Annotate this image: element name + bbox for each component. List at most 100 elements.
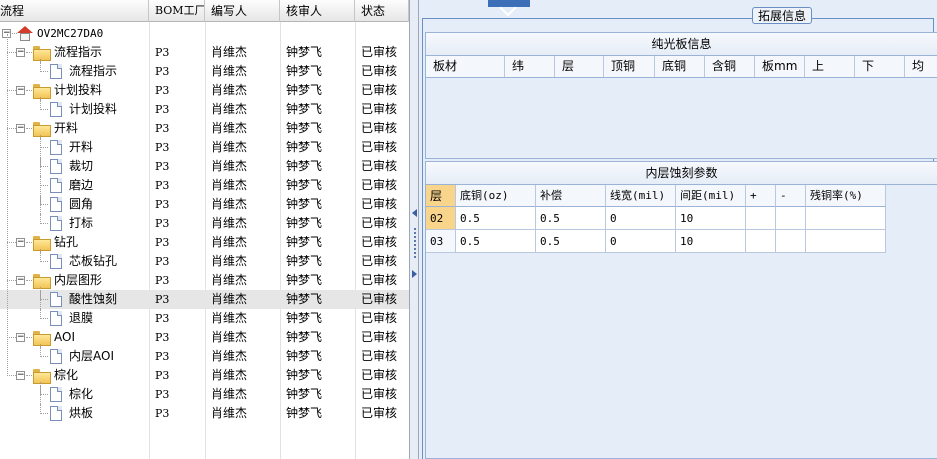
extended-info-title: 拓展信息	[752, 7, 813, 24]
etch-column-header[interactable]: -	[776, 185, 806, 207]
bare-board-column-header[interactable]: 下	[855, 56, 905, 77]
tree-row-step[interactable]: 计划投料 P3 肖维杰 钟梦飞 已审核	[0, 100, 409, 119]
status-cell: 已审核	[361, 273, 398, 287]
bare-board-column-header[interactable]: 板材	[426, 56, 505, 77]
column-header-process[interactable]: 流程	[0, 0, 149, 22]
status-cell: 已审核	[361, 140, 398, 154]
etch-param-cell[interactable]	[776, 230, 806, 253]
tree-row-step[interactable]: 棕化 P3 肖维杰 钟梦飞 已审核	[0, 385, 409, 404]
folder-icon	[33, 46, 51, 61]
tree-row-step[interactable]: 开料 P3 肖维杰 钟梦飞 已审核	[0, 138, 409, 157]
status-cell: 已审核	[361, 387, 398, 401]
etch-param-cell[interactable]: 10	[676, 207, 746, 230]
bare-board-column-header[interactable]: 底铜	[655, 56, 705, 77]
etch-param-cell[interactable]: 03	[426, 230, 456, 253]
collapse-icon[interactable]: −	[16, 86, 25, 95]
writer-cell: 肖维杰	[211, 197, 248, 211]
bare-board-column-header[interactable]: 纬	[505, 56, 555, 77]
etch-param-cell[interactable]	[746, 207, 776, 230]
reviewer-cell: 钟梦飞	[286, 197, 323, 211]
splitter-grip-icon[interactable]	[414, 228, 416, 258]
etch-column-header[interactable]: 线宽(mil)	[606, 185, 676, 207]
collapse-icon[interactable]: −	[16, 333, 25, 342]
tree-row-group[interactable]: − 钻孔 P3 肖维杰 钟梦飞 已审核	[0, 233, 409, 252]
status-cell: 已审核	[361, 197, 398, 211]
tree-row-group[interactable]: − 棕化 P3 肖维杰 钟梦飞 已审核	[0, 366, 409, 385]
etch-param-cell[interactable]	[806, 230, 886, 253]
tree-row-step[interactable]: 烘板 P3 肖维杰 钟梦飞 已审核	[0, 404, 409, 423]
tree-node-label: 计划投料	[54, 83, 103, 97]
tree-row-group[interactable]: − 流程指示 P3 肖维杰 钟梦飞 已审核	[0, 43, 409, 62]
collapse-icon[interactable]: −	[16, 371, 25, 380]
etch-column-header[interactable]: 补偿	[536, 185, 606, 207]
folder-icon	[33, 84, 51, 99]
tree-node-label: 棕化	[54, 368, 79, 382]
etch-param-cell[interactable]	[746, 230, 776, 253]
bare-board-column-header[interactable]: 层	[555, 56, 604, 77]
document-icon	[50, 349, 62, 364]
etch-column-header[interactable]: 残铜率(%)	[806, 185, 886, 207]
folder-icon	[33, 122, 51, 137]
collapse-left-icon[interactable]	[412, 209, 417, 217]
tree-row-step[interactable]: 退膜 P3 肖维杰 钟梦飞 已审核	[0, 309, 409, 328]
reviewer-cell: 钟梦飞	[286, 45, 323, 59]
etch-param-cell[interactable]: 0.5	[536, 207, 606, 230]
tree-row-step[interactable]: 磨边 P3 肖维杰 钟梦飞 已审核	[0, 176, 409, 195]
tree-row-group[interactable]: − 开料 P3 肖维杰 钟梦飞 已审核	[0, 119, 409, 138]
collapse-icon[interactable]: −	[16, 276, 25, 285]
tree-node-label: 开料	[69, 140, 94, 154]
panel-splitter[interactable]	[409, 0, 419, 459]
etch-column-header[interactable]: +	[746, 185, 776, 207]
tree-row-group[interactable]: − 计划投料 P3 肖维杰 钟梦飞 已审核	[0, 81, 409, 100]
writer-cell: 肖维杰	[211, 178, 248, 192]
status-cell: 已审核	[361, 311, 398, 325]
bare-board-column-header[interactable]: 上	[805, 56, 855, 77]
etch-param-cell[interactable]: 0	[606, 207, 676, 230]
etch-column-header[interactable]: 间距(mil)	[676, 185, 746, 207]
tree-row-step[interactable]: 圆角 P3 肖维杰 钟梦飞 已审核	[0, 195, 409, 214]
column-header-writer[interactable]: 编写人	[205, 0, 280, 22]
etch-param-cell[interactable]: 10	[676, 230, 746, 253]
collapse-icon[interactable]: −	[16, 48, 25, 57]
tree-row-step[interactable]: 流程指示 P3 肖维杰 钟梦飞 已审核	[0, 62, 409, 81]
column-header-reviewer[interactable]: 核审人	[280, 0, 355, 22]
bare-board-column-header[interactable]: 板mm	[755, 56, 805, 77]
chevron-down-icon[interactable]	[488, 0, 530, 7]
etch-param-cell[interactable]	[806, 207, 886, 230]
etch-param-cell[interactable]: 02	[426, 207, 456, 230]
reviewer-cell: 钟梦飞	[286, 254, 323, 268]
collapse-icon[interactable]: −	[16, 124, 25, 133]
expand-right-icon[interactable]	[412, 270, 417, 278]
bare-board-column-header[interactable]: 均	[905, 56, 937, 77]
tree-row-step[interactable]: 芯板钻孔 P3 肖维杰 钟梦飞 已审核	[0, 252, 409, 271]
tree-node-label: 开料	[54, 121, 79, 135]
status-cell: 已审核	[361, 406, 398, 420]
folder-icon	[33, 369, 51, 384]
document-icon	[50, 102, 62, 117]
tree-grid-header: 流程 BOM工厂 编写人 核审人 状态	[0, 0, 409, 22]
bare-board-column-header[interactable]: 顶铜	[604, 56, 655, 77]
etch-param-cell[interactable]: 0	[606, 230, 676, 253]
etch-param-cell[interactable]: 0.5	[456, 230, 536, 253]
tree-row-step[interactable]: 酸性蚀刻 P3 肖维杰 钟梦飞 已审核	[0, 290, 409, 309]
etch-param-cell[interactable]: 0.5	[536, 230, 606, 253]
tree-row-step[interactable]: 裁切 P3 肖维杰 钟梦飞 已审核	[0, 157, 409, 176]
document-icon	[50, 406, 62, 421]
collapse-icon[interactable]: −	[16, 238, 25, 247]
writer-cell: 肖维杰	[211, 311, 248, 325]
etch-param-cell[interactable]: 0.5	[456, 207, 536, 230]
tree-row-root[interactable]: − OV2MC27DA0	[0, 24, 409, 43]
tree-row-group[interactable]: − 内层图形 P3 肖维杰 钟梦飞 已审核	[0, 271, 409, 290]
tree-node-label: 钻孔	[54, 235, 79, 249]
etch-column-header[interactable]: 层	[426, 185, 456, 207]
tree-row-group[interactable]: − AOI P3 肖维杰 钟梦飞 已审核	[0, 328, 409, 347]
bare-board-column-header[interactable]: 含铜	[705, 56, 755, 77]
etch-column-header[interactable]: 底铜(oz)	[456, 185, 536, 207]
tree-row-step[interactable]: 打标 P3 肖维杰 钟梦飞 已审核	[0, 214, 409, 233]
writer-cell: 肖维杰	[211, 216, 248, 230]
etch-param-cell[interactable]	[776, 207, 806, 230]
column-header-status[interactable]: 状态	[355, 0, 409, 22]
column-header-bom-factory[interactable]: BOM工厂	[149, 0, 205, 22]
tree-row-step[interactable]: 内层AOI P3 肖维杰 钟梦飞 已审核	[0, 347, 409, 366]
tree-node-label: 裁切	[69, 159, 94, 173]
